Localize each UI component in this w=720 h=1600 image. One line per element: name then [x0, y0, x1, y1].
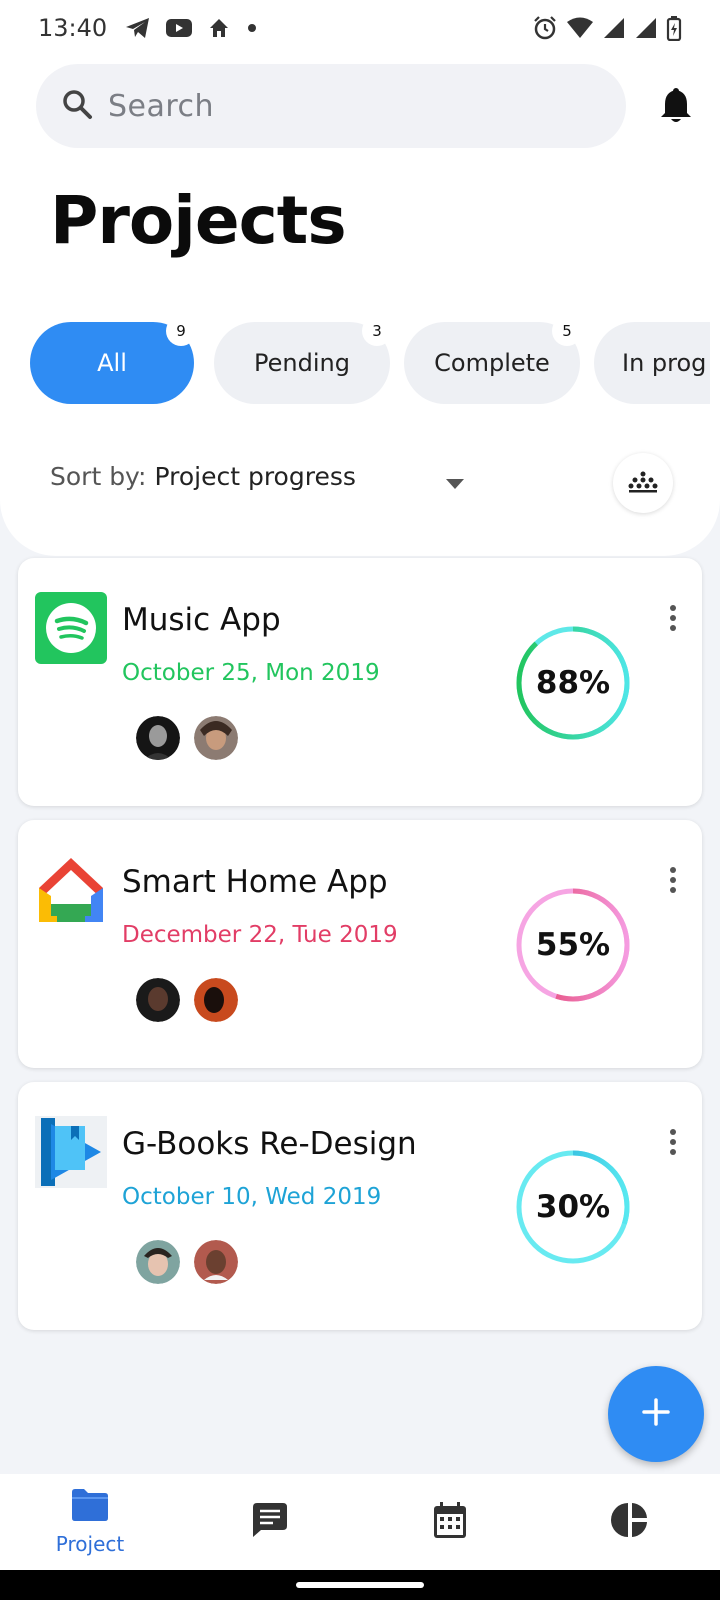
- search-icon: [60, 87, 94, 125]
- tab-count-badge: 5: [552, 322, 582, 346]
- filter-tabs: All 9 Pending 3 Complete 5 In prog: [30, 322, 710, 418]
- project-date: October 25, Mon 2019: [122, 660, 380, 686]
- caret-down-icon: [445, 468, 465, 497]
- team-avatars: [136, 978, 238, 1022]
- tab-count-badge: 3: [362, 322, 392, 346]
- tab-label: Pending: [254, 349, 350, 377]
- gesture-handle[interactable]: [296, 1582, 424, 1588]
- project-card[interactable]: Smart Home App December 22, Tue 2019 55%: [18, 820, 702, 1068]
- status-time: 13:40: [38, 14, 108, 42]
- battery-icon: [666, 15, 682, 41]
- pie-chart-icon: [611, 1501, 649, 1543]
- more-vert-icon[interactable]: [668, 1128, 678, 1156]
- nav-item-project[interactable]: Project: [0, 1474, 180, 1570]
- tab-label: In prog: [622, 349, 707, 377]
- progress-percentage: 55%: [535, 927, 611, 963]
- avatar[interactable]: [194, 1240, 238, 1284]
- add-project-button[interactable]: [608, 1366, 704, 1462]
- system-gesture-bar: [0, 1570, 720, 1600]
- more-vert-icon[interactable]: [668, 866, 678, 894]
- tab-complete[interactable]: Complete 5: [404, 322, 582, 404]
- project-date: October 10, Wed 2019: [122, 1184, 382, 1210]
- project-title: Smart Home App: [122, 864, 388, 900]
- nav-item-messages[interactable]: [180, 1474, 360, 1570]
- team-avatars: [136, 716, 238, 760]
- tab-label: Complete: [434, 349, 550, 377]
- avatar[interactable]: [136, 1240, 180, 1284]
- sort-value: Project progress: [154, 461, 356, 491]
- bottom-navigation: Project: [0, 1474, 720, 1570]
- avatar[interactable]: [136, 978, 180, 1022]
- calendar-icon: [433, 1501, 467, 1543]
- signal-icon: [634, 16, 658, 40]
- wifi-icon: [566, 16, 594, 40]
- search-input[interactable]: Search: [36, 64, 626, 148]
- telegram-icon: [125, 16, 151, 40]
- more-vert-icon[interactable]: [668, 604, 678, 632]
- sort-label: Sort by:: [50, 461, 147, 491]
- project-card[interactable]: G-Books Re-Design October 10, Wed 2019 3…: [18, 1082, 702, 1330]
- youtube-icon: [165, 17, 193, 39]
- avatar[interactable]: [136, 716, 180, 760]
- avatar[interactable]: [194, 978, 238, 1022]
- signal-icon: [602, 16, 626, 40]
- tab-in-progress[interactable]: In prog: [594, 322, 710, 404]
- progress-percentage: 30%: [535, 1189, 611, 1225]
- dot-icon: [245, 16, 259, 40]
- search-placeholder: Search: [108, 88, 215, 124]
- project-title: Music App: [122, 602, 281, 638]
- tab-pending[interactable]: Pending 3: [214, 322, 392, 404]
- google-home-icon: [35, 854, 107, 926]
- project-title: G-Books Re-Design: [122, 1126, 417, 1162]
- view-toggle-button[interactable]: [613, 453, 673, 513]
- nav-item-statistics[interactable]: [540, 1474, 720, 1570]
- nav-label: Project: [55, 1532, 125, 1556]
- avatar[interactable]: [194, 716, 238, 760]
- folder-icon: [70, 1488, 110, 1526]
- grid-dots-icon: [627, 468, 659, 498]
- alarm-icon: [532, 15, 558, 41]
- tab-count-badge: 9: [166, 322, 196, 346]
- notification-bell-icon[interactable]: [656, 86, 696, 126]
- page-title: Projects: [50, 182, 347, 259]
- google-play-books-icon: [35, 1116, 107, 1188]
- status-bar: 13:40: [0, 0, 720, 56]
- project-date: December 22, Tue 2019: [122, 922, 398, 948]
- tab-label: All: [97, 349, 127, 377]
- team-avatars: [136, 1240, 238, 1284]
- sort-dropdown[interactable]: Sort by: Project progress: [50, 456, 470, 496]
- spotify-icon: [35, 592, 107, 664]
- tab-all[interactable]: All 9: [30, 322, 196, 404]
- progress-percentage: 88%: [535, 665, 611, 701]
- home-icon: [207, 16, 231, 40]
- nav-item-calendar[interactable]: [360, 1474, 540, 1570]
- project-card[interactable]: Music App October 25, Mon 2019 88%: [18, 558, 702, 806]
- chat-icon: [251, 1502, 289, 1542]
- plus-icon: [641, 1397, 671, 1431]
